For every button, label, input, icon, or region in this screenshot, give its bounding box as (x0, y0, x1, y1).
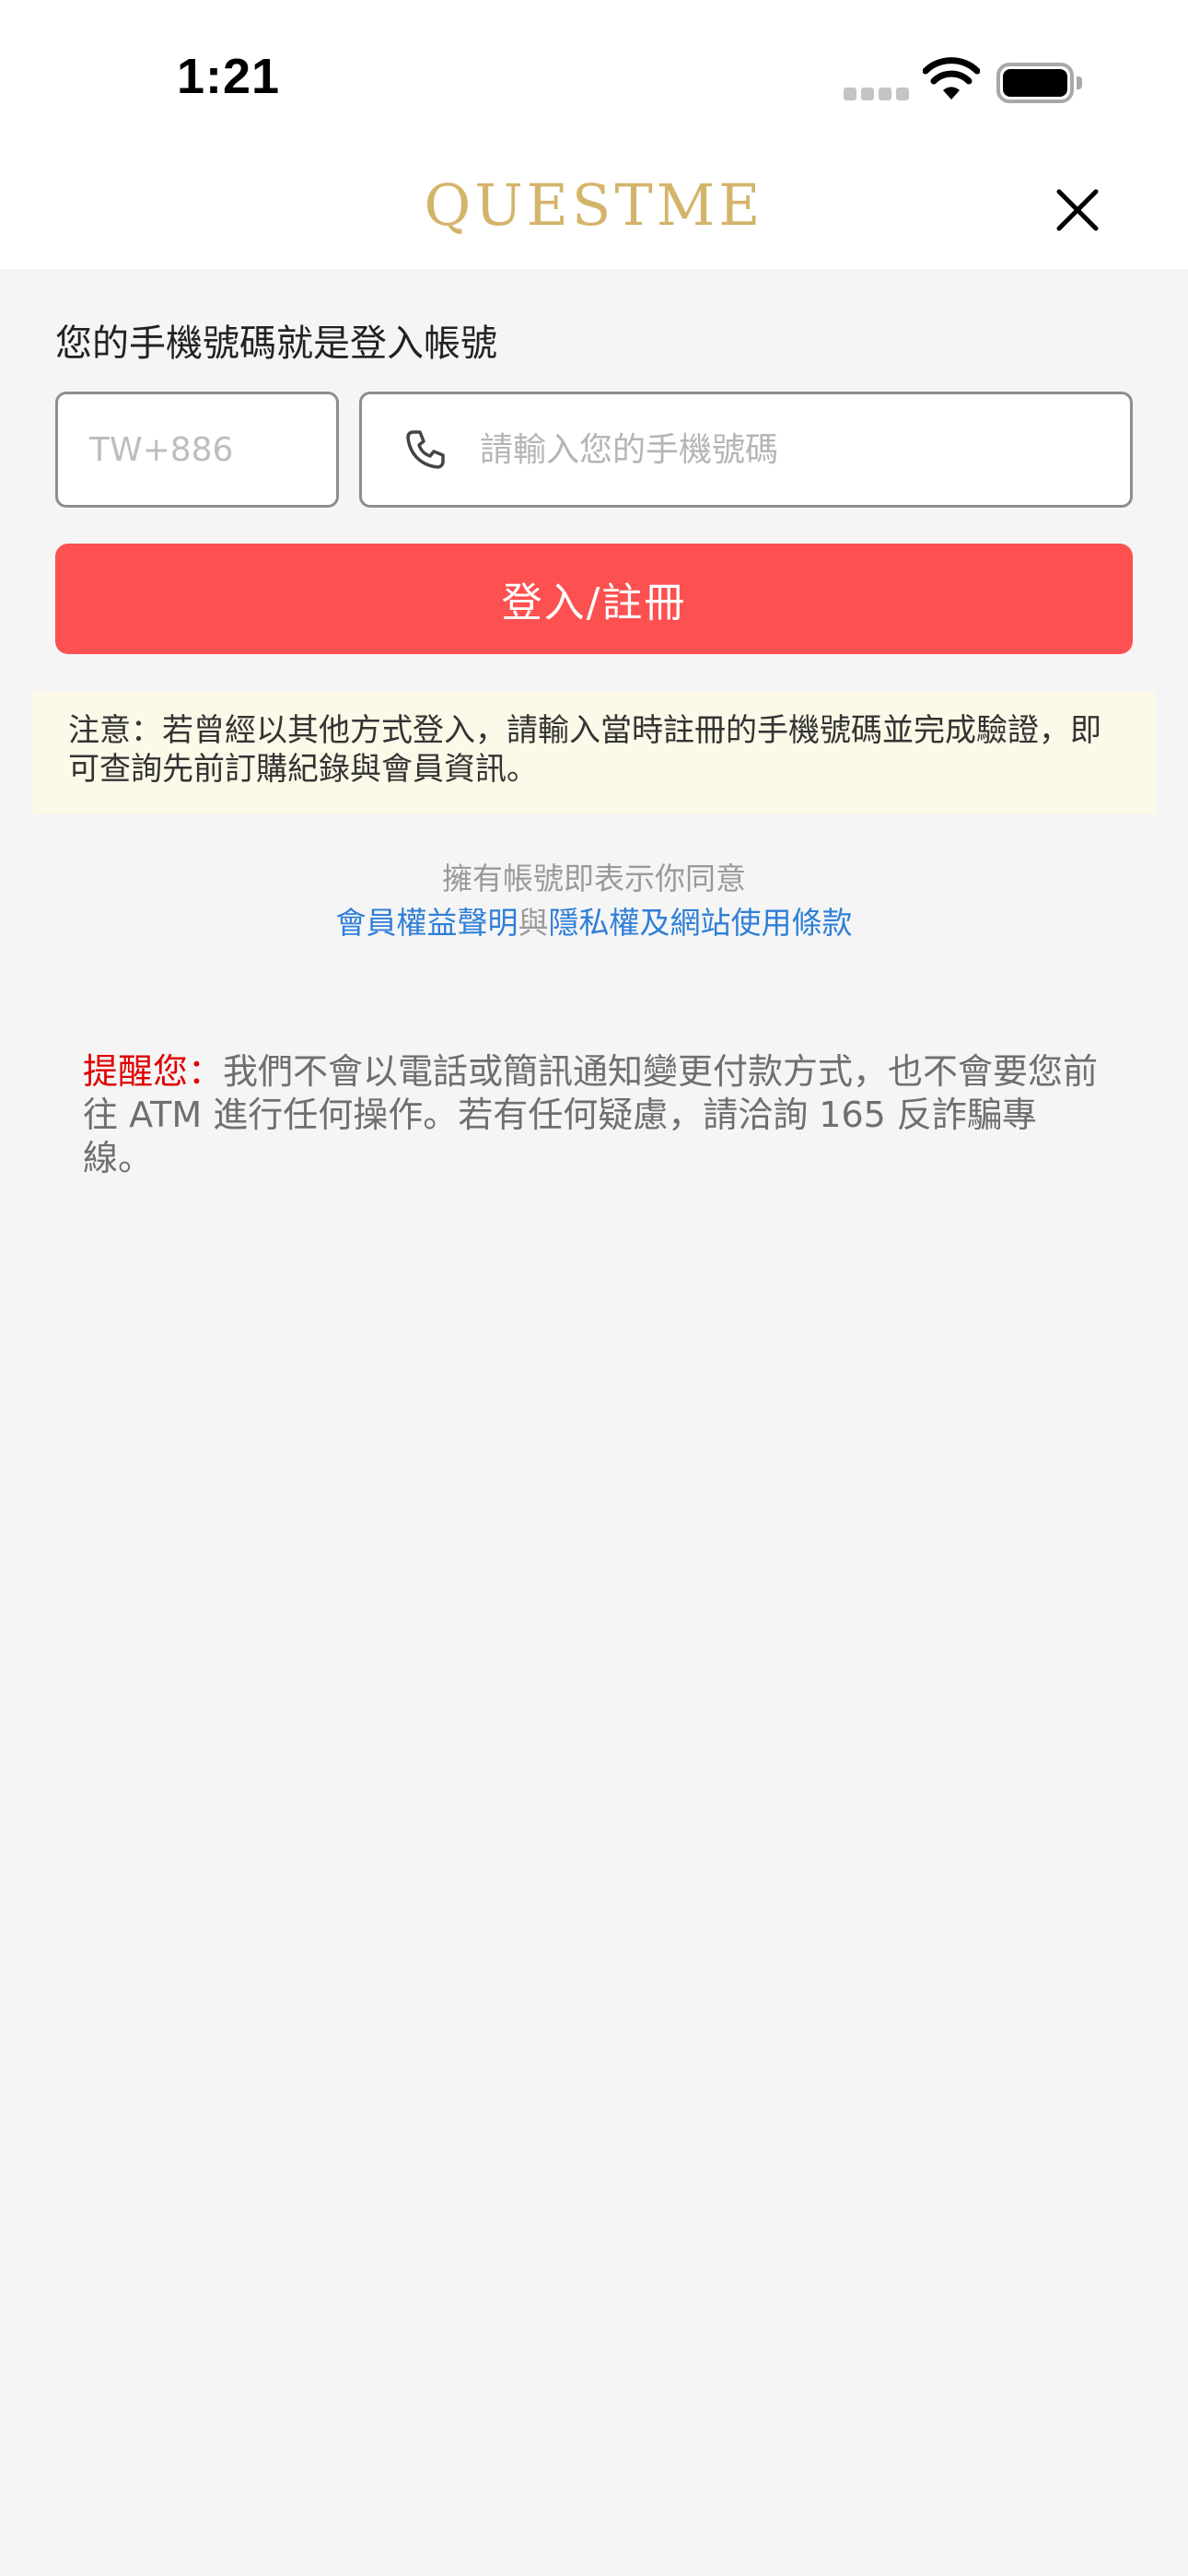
phone-field[interactable] (359, 392, 1133, 508)
country-code-placeholder: TW+886 (89, 430, 234, 469)
reminder-text: 我們不會以電話或簡訊通知變更付款方式，也不會要您前往 ATM 進行任何操作。若有… (83, 1051, 1099, 1178)
status-time: 1:21 (177, 49, 281, 104)
agreement-intro: 擁有帳號即表示你同意 (442, 861, 746, 896)
privacy-terms-link[interactable]: 隱私權及網站使用條款 (549, 905, 853, 941)
reminder-prefix: 提醒您： (83, 1051, 224, 1092)
battery-icon (996, 63, 1082, 103)
phone-icon (406, 430, 445, 469)
wifi-icon (923, 57, 980, 100)
close-icon[interactable] (1048, 181, 1107, 240)
country-code-field[interactable]: TW+886 (55, 392, 339, 508)
signal-icon (844, 87, 914, 104)
notice-box: 注意：若曾經以其他方式登入，請輸入當時註冊的手機號碼並完成驗證，即可查詢先前訂購… (33, 691, 1155, 814)
agreement-text: 擁有帳號即表示你同意 會員權益聲明與隱私權及網站使用條款 (0, 857, 1188, 945)
status-icons (838, 55, 1087, 107)
member-rights-link[interactable]: 會員權益聲明 (336, 905, 518, 941)
login-register-button[interactable]: 登入/註冊 (55, 544, 1133, 654)
notice-text: 注意：若曾經以其他方式登入，請輸入當時註冊的手機號碼並完成驗證，即可查詢先前訂購… (68, 712, 1101, 788)
brand-logo: QUESTME (424, 171, 764, 239)
agreement-connector: 與 (518, 905, 549, 941)
login-label: 您的手機號碼就是登入帳號 (55, 322, 497, 365)
phone-input[interactable] (480, 430, 1069, 469)
login-page: 1:21 QUESTME 您的手機號碼就是登入帳號 TW+886 請輸入您的手機… (0, 0, 1188, 2576)
fraud-reminder: 提醒您：我們不會以電話或簡訊通知變更付款方式，也不會要您前往 ATM 進行任何操… (83, 1050, 1105, 1180)
header-area: 1:21 QUESTME (0, 0, 1188, 269)
